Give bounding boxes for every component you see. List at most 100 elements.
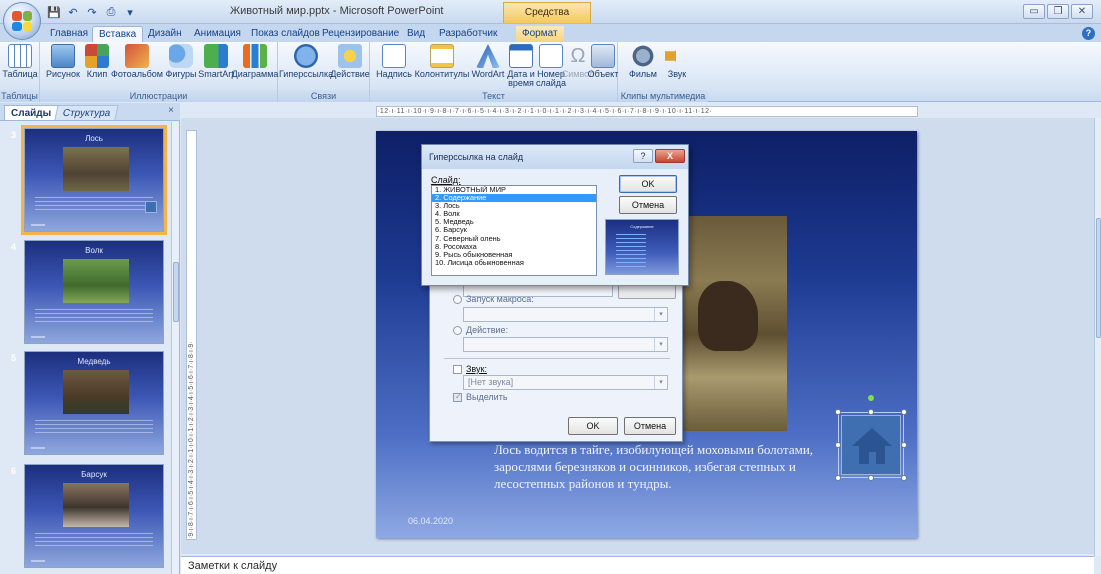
tab-slideshow[interactable]: Показ слайдов xyxy=(245,26,326,42)
chart-button[interactable]: Диаграмма xyxy=(232,44,278,88)
group-label: Связи xyxy=(278,90,369,102)
shapes-button[interactable]: Фигуры xyxy=(162,44,200,88)
tab-view[interactable]: Вид xyxy=(401,26,431,42)
editor-scrollbar[interactable] xyxy=(1094,118,1101,556)
slide-number-button[interactable]: Номер слайда xyxy=(534,44,568,88)
minimize-icon[interactable]: ▭ xyxy=(1023,4,1045,19)
resize-handle[interactable] xyxy=(835,475,841,481)
tab-design[interactable]: Дизайн xyxy=(142,26,188,42)
resize-handle[interactable] xyxy=(868,409,874,415)
dialog-ok-button[interactable]: OK xyxy=(619,175,677,193)
hyperlink-button[interactable]: Гиперссылка xyxy=(279,44,333,88)
picture-button[interactable]: Рисунок xyxy=(46,44,80,88)
close-icon[interactable]: ✕ xyxy=(1071,4,1093,19)
office-button[interactable] xyxy=(3,2,41,40)
slide-thumbnail[interactable]: Лось xyxy=(21,125,167,235)
thumbnail-title: Лось xyxy=(85,134,103,143)
dialog-cancel-button[interactable]: Отмена xyxy=(619,196,677,214)
tab-format[interactable]: Формат xyxy=(516,26,564,42)
tab-slides[interactable]: Слайды xyxy=(4,105,59,120)
slide-thumbnail[interactable]: Медведь xyxy=(24,351,164,455)
notes-pane[interactable]: Заметки к слайду xyxy=(181,556,1094,574)
wordart-icon xyxy=(476,44,500,68)
dialog-close-icon[interactable]: X xyxy=(655,149,685,163)
action-button[interactable]: Действие xyxy=(330,44,370,88)
save-icon[interactable]: 💾 xyxy=(46,4,62,20)
tab-home[interactable]: Главная xyxy=(44,26,94,42)
separator xyxy=(444,358,670,359)
wordart-button[interactable]: WordArt xyxy=(468,44,508,88)
dialog-help-icon[interactable]: ? xyxy=(633,149,653,163)
textbox-button[interactable]: Надпись xyxy=(374,44,414,88)
header-footer-button[interactable]: Колонтитулы xyxy=(414,44,470,88)
date-time-button[interactable]: Дата и время xyxy=(506,44,536,88)
object-icon xyxy=(591,44,615,68)
thumbnail-text-lines xyxy=(35,197,153,211)
thumbnails-scrollbar[interactable] xyxy=(171,122,179,574)
tab-review[interactable]: Рецензирование xyxy=(316,26,405,42)
cancel-button[interactable]: Отмена xyxy=(624,417,676,435)
customize-qat-icon[interactable]: ▾ xyxy=(122,4,138,20)
thumbnail-title: Волк xyxy=(85,246,103,255)
run-macro-radio[interactable] xyxy=(453,295,462,304)
print-preview-icon[interactable]: ⎙ xyxy=(103,4,119,20)
resize-handle[interactable] xyxy=(901,475,907,481)
sound-checkbox[interactable] xyxy=(453,365,462,374)
thumbnail-date xyxy=(31,224,45,226)
tab-animation[interactable]: Анимация xyxy=(188,26,247,42)
slide-thumbnail[interactable]: Волк xyxy=(24,240,164,344)
shapes-icon xyxy=(169,44,193,68)
home-action-button[interactable] xyxy=(841,415,901,475)
tab-outline[interactable]: Структура xyxy=(54,105,120,120)
sound-button[interactable]: Звук xyxy=(662,44,692,88)
smartart-button[interactable]: SmartArt xyxy=(198,44,234,88)
context-tab-header: Средства рисования xyxy=(503,2,591,37)
action-radio[interactable] xyxy=(453,326,462,335)
omega-icon: Ω xyxy=(570,45,586,67)
ok-button[interactable]: OK xyxy=(568,417,618,435)
group-media: Фильм Звук Клипы мультимедиа xyxy=(618,42,708,102)
undo-icon[interactable]: ↶ xyxy=(65,4,81,20)
dialog-titlebar: Гиперссылка на слайд ? X xyxy=(422,145,688,169)
clipart-button[interactable]: Клип xyxy=(84,44,110,88)
slide-listbox[interactable]: 1. ЖИВОТНЫЙ МИР 2. Содержание 3. Лось 4.… xyxy=(431,185,597,276)
tab-insert[interactable]: Вставка xyxy=(92,26,144,42)
resize-handle[interactable] xyxy=(835,409,841,415)
group-label: Таблицы xyxy=(0,90,39,102)
moose-photo[interactable] xyxy=(682,216,787,431)
tab-developer[interactable]: Разработчик xyxy=(433,26,503,42)
pane-close-icon[interactable]: × xyxy=(168,105,174,116)
sound-combo[interactable]: [Нет звука] ▾ xyxy=(463,375,668,390)
thumbnail-text-lines xyxy=(35,309,153,323)
group-links: Гиперссылка Действие Связи xyxy=(278,42,370,102)
thumbnail-photo xyxy=(63,483,129,527)
table-button[interactable]: Таблица xyxy=(2,44,38,88)
redo-icon[interactable]: ↷ xyxy=(84,4,100,20)
object-button[interactable]: Объект xyxy=(588,44,618,88)
highlight-checkbox[interactable]: ✓ xyxy=(453,392,462,402)
resize-handle[interactable] xyxy=(868,475,874,481)
slide-thumbnail[interactable]: Барсук xyxy=(24,464,164,568)
movie-button[interactable]: Фильм xyxy=(628,44,658,88)
help-icon[interactable]: ? xyxy=(1082,27,1095,40)
thumbnail-date xyxy=(31,560,45,562)
resize-handle[interactable] xyxy=(901,409,907,415)
restore-icon[interactable]: ❐ xyxy=(1047,4,1069,19)
macro-combo[interactable]: ▾ xyxy=(463,307,668,322)
rotation-handle[interactable] xyxy=(868,395,874,401)
office-logo-icon xyxy=(12,11,32,31)
slide-number: 4 xyxy=(11,242,17,252)
picture-icon xyxy=(51,44,75,68)
list-item[interactable]: 10. Лисица обыкновенная xyxy=(432,258,596,267)
resize-handle[interactable] xyxy=(901,442,907,448)
vertical-ruler: ·9·ı·8·ı·7·ı·6·ı·5·ı·4·ı·3·ı·2·ı·1·ı·0·ı… xyxy=(186,130,197,540)
slide-number: 6 xyxy=(11,466,17,476)
photo-album-button[interactable]: Фотоальбом xyxy=(111,44,163,88)
sound-combo-value: [Нет звука] xyxy=(468,377,514,387)
slide-body-text[interactable]: Лось водится в тайге, изобилующей моховы… xyxy=(494,441,824,492)
action-combo[interactable]: ▾ xyxy=(463,337,668,352)
resize-handle[interactable] xyxy=(835,442,841,448)
photo-album-icon xyxy=(125,44,149,68)
thumbnail-photo xyxy=(63,259,129,303)
thumbnail-text-lines xyxy=(35,533,153,547)
